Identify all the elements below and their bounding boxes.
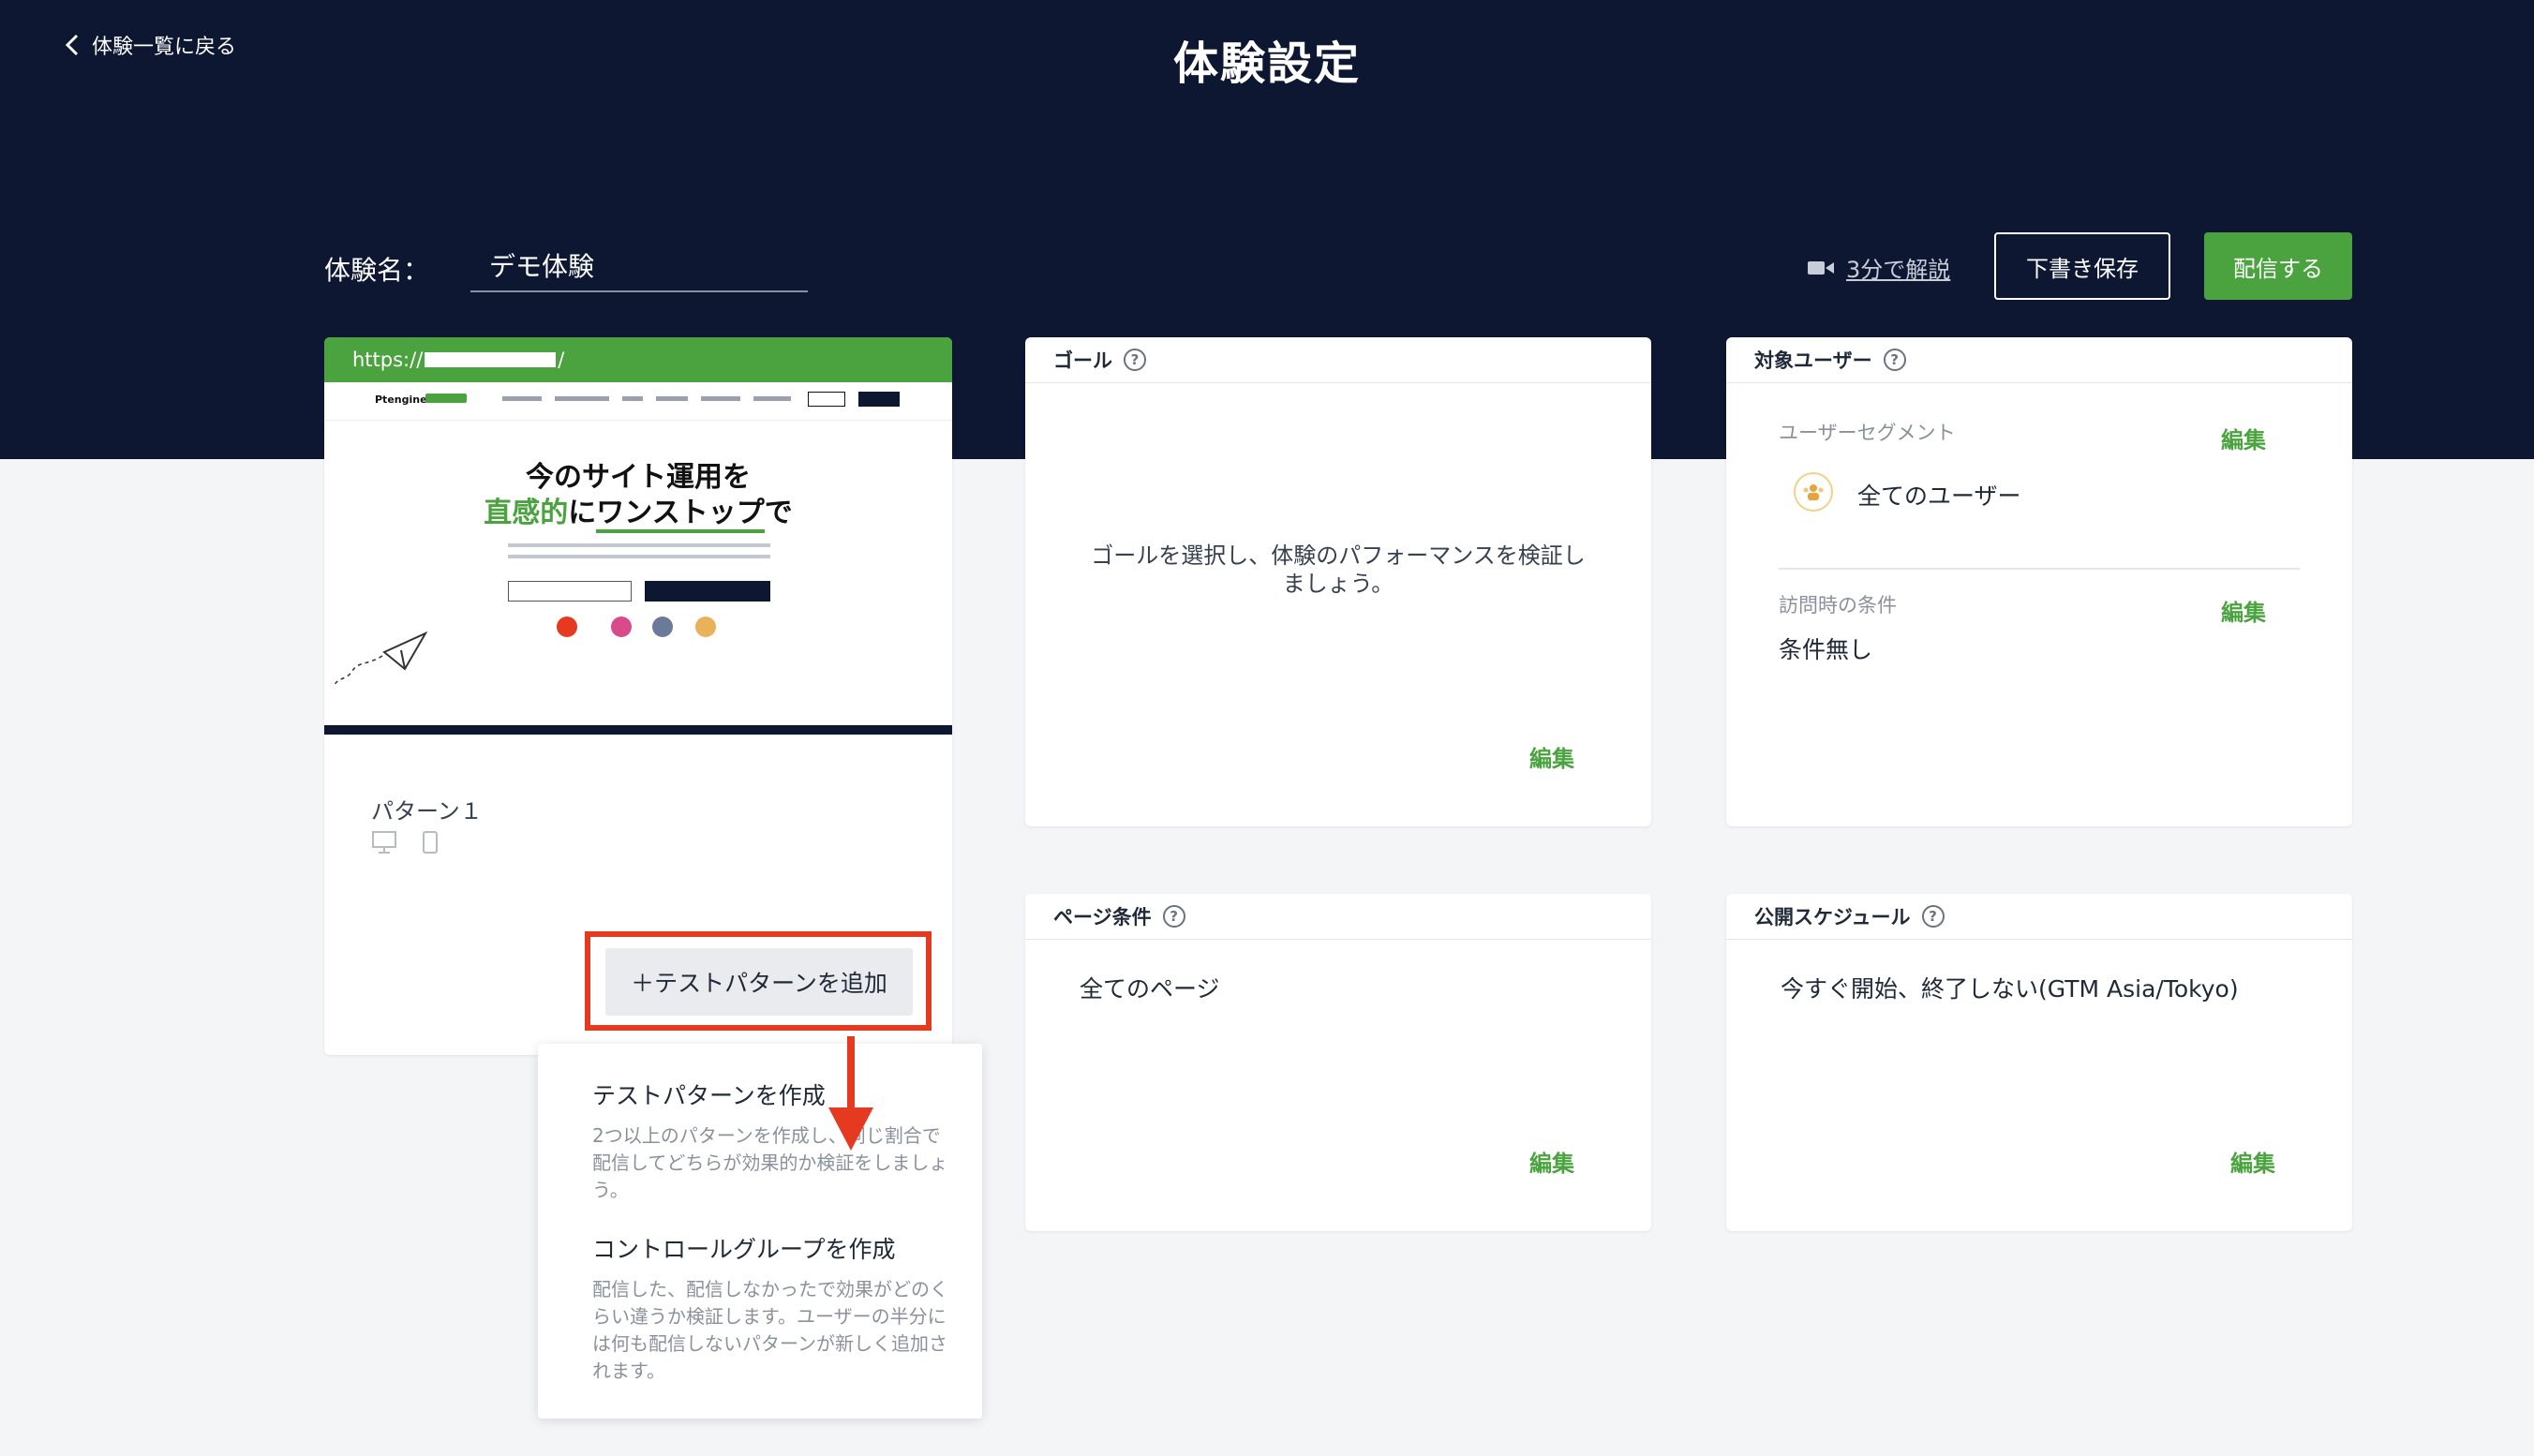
menu-item-desc: 2つ以上のパターンを作成し、同じ割合で配信してどちらが効果的か検証をしましょう。 — [592, 1124, 948, 1201]
preview-url-prefix: https:// — [352, 349, 424, 371]
segment-label: ユーザーセグメント — [1779, 422, 1956, 444]
target-title: 対象ユーザー — [1754, 349, 1872, 372]
pattern-name: パターン１ — [371, 798, 483, 825]
goal-title: ゴール — [1053, 349, 1112, 372]
menu-item-desc: 配信した、配信しなかったで効果がどのくらい違うか検証します。ユーザーの半分には何… — [592, 1278, 948, 1382]
segment-value: 全てのユーザー — [1857, 483, 2021, 510]
goal-card-header: ゴール ? — [1025, 337, 1651, 383]
video-guide-link[interactable]: 3分で解説 — [1807, 251, 1950, 284]
target-card-header: 対象ユーザー ? — [1726, 337, 2352, 383]
visit-condition-edit-button[interactable]: 編集 — [2221, 594, 2266, 627]
mini-nav-link — [656, 396, 688, 401]
visit-condition-value: 条件無し — [1779, 636, 1873, 663]
hero-mid-text: に — [568, 497, 597, 529]
schedule-title: 公開スケジュール — [1754, 906, 1911, 929]
hero-underline-text: ワンストップ — [596, 497, 765, 533]
mini-award-badge — [557, 617, 577, 637]
paper-plane-icon — [333, 631, 428, 687]
visit-condition-label: 訪問時の条件 — [1779, 594, 1897, 617]
mini-logo: Ptengine — [375, 394, 427, 406]
help-icon[interactable]: ? — [1124, 349, 1146, 371]
help-icon[interactable]: ? — [1162, 905, 1185, 928]
schedule-edit-button[interactable]: 編集 — [2230, 1145, 2275, 1178]
url-redaction — [425, 352, 557, 367]
mini-nav-link — [555, 396, 609, 401]
schedule-value: 今すぐ開始、終了しない(GTM Asia/Tokyo) — [1781, 975, 2239, 1003]
page-screenshot[interactable]: Ptengine 今のサイト運用を 直感的にワンストップで — [324, 382, 952, 735]
help-icon[interactable]: ? — [1921, 905, 1945, 928]
arrow-down-icon — [828, 1036, 873, 1151]
menu-item-test-pattern[interactable]: テストパターンを作成 2つ以上のパターンを作成し、同じ割合で配信してどちらが効果… — [592, 1077, 948, 1204]
mini-award-badge — [652, 617, 673, 637]
preview-url-bar: https:// / — [324, 337, 952, 382]
preview-url-suffix: / — [558, 349, 565, 371]
mini-nav-link — [502, 396, 542, 401]
page-condition-card: ページ条件 ? 全てのページ 編集 — [1025, 894, 1651, 1231]
mini-google-button — [508, 581, 632, 602]
add-pattern-menu: テストパターンを作成 2つ以上のパターンを作成し、同じ割合で配信してどちらが効果… — [538, 1044, 982, 1419]
publish-button[interactable]: 配信する — [2204, 232, 2352, 300]
desktop-icon[interactable] — [371, 830, 397, 854]
page-title: 体験設定 — [1172, 37, 1361, 90]
mini-nav-link — [701, 396, 740, 401]
mini-award-badge — [695, 617, 716, 637]
users-icon — [1794, 472, 1833, 512]
goal-card: ゴール ? ゴールを選択し、体験のパフォーマンスを検証しましょう。 編集 — [1025, 337, 1651, 826]
schedule-header: 公開スケジュール ? — [1726, 894, 2352, 940]
mini-signup-button — [858, 392, 900, 407]
video-guide-label: 3分で解説 — [1846, 257, 1951, 283]
hero-green-text: 直感的 — [484, 497, 569, 529]
add-test-pattern-button[interactable]: ＋テストパターンを追加 — [605, 948, 913, 1016]
help-icon[interactable]: ? — [1883, 349, 1906, 371]
page-condition-edit-button[interactable]: 編集 — [1529, 1145, 1574, 1178]
mobile-icon[interactable] — [422, 830, 439, 854]
mini-nav-link — [753, 396, 791, 401]
mini-tag — [425, 394, 467, 403]
divider — [1779, 568, 2300, 570]
mini-award-badge — [611, 617, 632, 637]
page-condition-title: ページ条件 — [1053, 906, 1152, 929]
menu-item-title: コントロールグループを作成 — [592, 1236, 896, 1263]
mini-paragraph — [508, 543, 770, 547]
mini-nav: Ptengine — [324, 382, 952, 421]
schedule-card: 公開スケジュール ? 今すぐ開始、終了しない(GTM Asia/Tokyo) 編… — [1726, 894, 2352, 1231]
menu-item-control-group[interactable]: コントロールグループを作成 配信した、配信しなかったで効果がどのくらい違うか検証… — [592, 1231, 948, 1385]
target-user-card: 対象ユーザー ? ユーザーセグメント 編集 全てのユーザー 訪問時の条件 編集 … — [1726, 337, 2352, 826]
menu-item-title: テストパターンを作成 — [592, 1082, 826, 1109]
mini-login-button — [808, 392, 845, 407]
mini-paragraph — [508, 555, 770, 558]
mini-mail-button — [645, 581, 770, 602]
save-draft-button[interactable]: 下書き保存 — [1994, 232, 2170, 300]
video-icon — [1808, 260, 1834, 275]
page-condition-header: ページ条件 ? — [1025, 894, 1651, 940]
goal-placeholder-text: ゴールを選択し、体験のパフォーマンスを検証しましょう。 — [1091, 542, 1586, 597]
goal-edit-button[interactable]: 編集 — [1529, 740, 1574, 773]
hero-end-text: で — [764, 497, 793, 529]
segment-edit-button[interactable]: 編集 — [2221, 422, 2266, 454]
mini-nav-link — [622, 396, 643, 401]
preview-hero-line2: 直感的にワンストップで — [324, 489, 952, 533]
experience-name-label: 体験名： — [324, 255, 430, 286]
page-condition-value: 全てのページ — [1080, 975, 1220, 1003]
experience-name-input[interactable] — [470, 240, 808, 292]
